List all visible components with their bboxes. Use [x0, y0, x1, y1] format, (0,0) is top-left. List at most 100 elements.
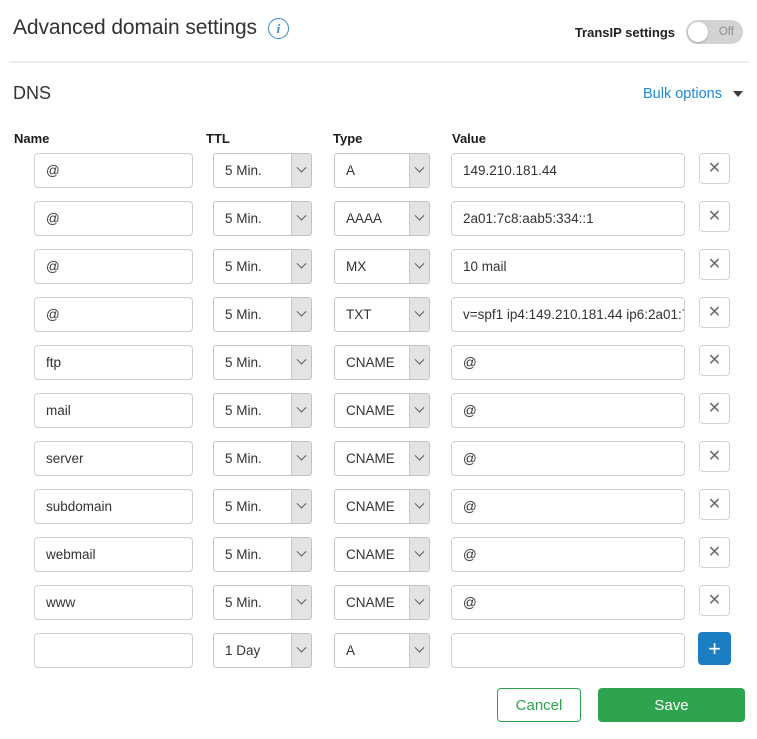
- chevron-glyph: [414, 402, 425, 413]
- header-divider: [9, 61, 749, 63]
- record-ttl-select[interactable]: 5 Min.: [213, 489, 312, 524]
- chevron-down-icon: [291, 490, 311, 523]
- delete-record-button[interactable]: ✕: [699, 153, 730, 184]
- record-type-select[interactable]: CNAME: [334, 537, 430, 572]
- chevron-down-icon: [409, 490, 429, 523]
- chevron-down-icon: [291, 394, 311, 427]
- record-type-select[interactable]: CNAME: [334, 393, 430, 428]
- record-name-input[interactable]: ftp: [34, 345, 193, 380]
- add-record-button[interactable]: +: [698, 632, 731, 665]
- record-type-select[interactable]: TXT: [334, 297, 430, 332]
- delete-record-button[interactable]: ✕: [699, 585, 730, 616]
- dns-records-table: @5 Min. A 149.210.181.44 ✕ @5 Min. AAAA 2a01:7…: [0, 153, 757, 681]
- record-type-select[interactable]: CNAME: [334, 489, 430, 524]
- record-name-input[interactable]: www: [34, 585, 193, 620]
- record-ttl-select-value: 5 Min.: [225, 259, 262, 274]
- advanced-domain-settings-page: Advanced domain settings i TransIP setti…: [0, 0, 757, 739]
- delete-record-button[interactable]: ✕: [699, 393, 730, 424]
- column-header-value: Value: [452, 131, 486, 146]
- record-name-input[interactable]: server: [34, 441, 193, 476]
- chevron-glyph: [414, 594, 425, 605]
- record-ttl-select[interactable]: 5 Min.: [213, 153, 312, 188]
- transip-settings-toggle[interactable]: Off: [686, 20, 743, 44]
- record-type-select[interactable]: CNAME: [334, 441, 430, 476]
- chevron-down-icon: [291, 442, 311, 475]
- record-type-select-value: MX: [346, 259, 367, 274]
- record-value-input[interactable]: v=spf1 ip4:149.210.181.44 ip6:2a01:7c8:a…: [451, 297, 685, 332]
- record-value-input[interactable]: [451, 633, 685, 668]
- transip-settings-label: TransIP settings: [574, 24, 675, 40]
- chevron-glyph: [414, 162, 425, 173]
- chevron-down-icon: [409, 586, 429, 619]
- bulk-options-label: Bulk options: [643, 86, 722, 102]
- record-value-input[interactable]: 10 mail: [451, 249, 685, 284]
- chevron-glyph: [296, 450, 307, 461]
- dns-record-new-row: 1 Day A +: [0, 632, 757, 681]
- record-ttl-select-value: 5 Min.: [225, 451, 262, 466]
- delete-record-button[interactable]: ✕: [699, 489, 730, 520]
- record-type-select[interactable]: A: [334, 633, 430, 668]
- record-ttl-select[interactable]: 5 Min.: [213, 249, 312, 284]
- chevron-down-icon: [409, 346, 429, 379]
- chevron-glyph: [296, 258, 307, 269]
- chevron-glyph: [414, 642, 425, 653]
- record-name-input[interactable]: @: [34, 153, 193, 188]
- chevron-down-icon: [409, 394, 429, 427]
- record-type-select[interactable]: CNAME: [334, 345, 430, 380]
- record-type-select-value: CNAME: [346, 355, 395, 370]
- record-type-select[interactable]: A: [334, 153, 430, 188]
- record-name-input[interactable]: subdomain: [34, 489, 193, 524]
- record-ttl-select[interactable]: 5 Min.: [213, 345, 312, 380]
- record-type-select[interactable]: MX: [334, 249, 430, 284]
- record-value-input[interactable]: @: [451, 441, 685, 476]
- record-value-input[interactable]: @: [451, 489, 685, 524]
- record-ttl-select[interactable]: 5 Min.: [213, 201, 312, 236]
- record-ttl-select[interactable]: 5 Min.: [213, 585, 312, 620]
- info-circle-icon[interactable]: i: [267, 17, 289, 39]
- record-value-input[interactable]: @: [451, 345, 685, 380]
- column-header-ttl: TTL: [206, 131, 230, 146]
- record-value-input[interactable]: @: [451, 585, 685, 620]
- record-name-input[interactable]: @: [34, 201, 193, 236]
- record-name-input[interactable]: @: [34, 249, 193, 284]
- record-ttl-select[interactable]: 1 Day: [213, 633, 312, 668]
- chevron-glyph: [414, 258, 425, 269]
- chevron-down-icon: [409, 538, 429, 571]
- save-button[interactable]: Save: [598, 688, 745, 722]
- chevron-down-icon: [291, 250, 311, 283]
- chevron-glyph: [296, 642, 307, 653]
- bulk-options-dropdown[interactable]: Bulk options: [643, 86, 743, 102]
- delete-record-button[interactable]: ✕: [699, 201, 730, 232]
- record-ttl-select-value: 1 Day: [225, 643, 261, 658]
- chevron-glyph: [414, 546, 425, 557]
- record-value-input[interactable]: @: [451, 537, 685, 572]
- record-value-input[interactable]: 2a01:7c8:aab5:334::1: [451, 201, 685, 236]
- chevron-down-icon: [291, 346, 311, 379]
- record-type-select[interactable]: AAAA: [334, 201, 430, 236]
- record-type-select-value: CNAME: [346, 451, 395, 466]
- record-name-input[interactable]: @: [34, 297, 193, 332]
- record-ttl-select[interactable]: 5 Min.: [213, 537, 312, 572]
- record-name-input[interactable]: webmail: [34, 537, 193, 572]
- table-row: subdomain 5 Min. CNAME @ ✕: [0, 489, 757, 537]
- record-value-input[interactable]: @: [451, 393, 685, 428]
- table-row: server 5 Min. CNAME @ ✕: [0, 441, 757, 489]
- cancel-button[interactable]: Cancel: [497, 688, 581, 722]
- delete-record-button[interactable]: ✕: [699, 297, 730, 328]
- delete-record-button[interactable]: ✕: [699, 537, 730, 568]
- record-name-input[interactable]: [34, 633, 193, 668]
- record-value-input[interactable]: 149.210.181.44: [451, 153, 685, 188]
- chevron-down-icon: [733, 91, 743, 97]
- record-name-input[interactable]: mail: [34, 393, 193, 428]
- table-row: @5 Min. A 149.210.181.44 ✕: [0, 153, 757, 201]
- delete-record-button[interactable]: ✕: [699, 249, 730, 280]
- table-row: www 5 Min. CNAME @ ✕: [0, 585, 757, 633]
- column-header-type: Type: [333, 131, 363, 146]
- record-ttl-select[interactable]: 5 Min.: [213, 441, 312, 476]
- record-type-select[interactable]: CNAME: [334, 585, 430, 620]
- delete-record-button[interactable]: ✕: [699, 345, 730, 376]
- table-row: mail 5 Min. CNAME @ ✕: [0, 393, 757, 441]
- delete-record-button[interactable]: ✕: [699, 441, 730, 472]
- record-ttl-select[interactable]: 5 Min.: [213, 297, 312, 332]
- record-ttl-select[interactable]: 5 Min.: [213, 393, 312, 428]
